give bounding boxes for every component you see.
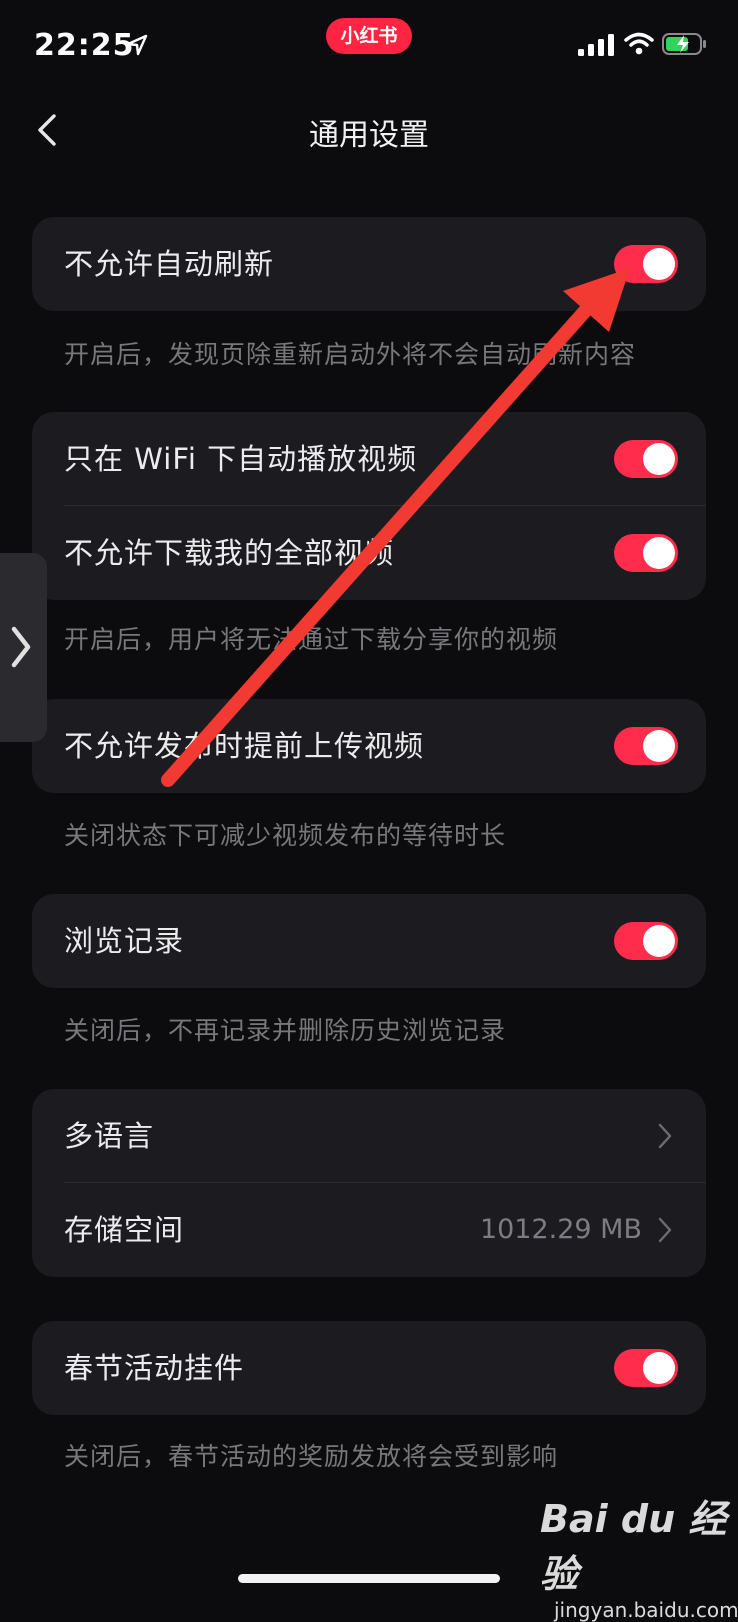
setting-label: 只在 WiFi 下自动播放视频 (64, 442, 418, 476)
setting-label: 浏览记录 (64, 924, 185, 958)
browse-history-toggle[interactable] (614, 922, 678, 960)
settings-group-auto-refresh: 不允许自动刷新 (32, 217, 706, 311)
chevron-right-icon (658, 1217, 672, 1243)
auto-refresh-toggle[interactable] (614, 245, 678, 283)
settings-group-pre-upload: 不允许发布时提前上传视频 (32, 699, 706, 793)
storage-size-value: 1012.29 MB (479, 1214, 642, 1245)
nav-bar: 通用设置 (0, 96, 738, 164)
baidu-jingyan-watermark: Bai du 经验 jingyan.baidu.com (540, 1488, 738, 1622)
setting-row-browse-history[interactable]: 浏览记录 (32, 894, 706, 988)
setting-description: 关闭后，不再记录并删除历史浏览记录 (64, 1016, 507, 1045)
setting-label: 春节活动挂件 (64, 1351, 245, 1385)
settings-group-history: 浏览记录 (32, 894, 706, 988)
setting-label: 存储空间 (64, 1213, 185, 1247)
wifi-autoplay-toggle[interactable] (614, 440, 678, 478)
setting-description: 开启后，用户将无法通过下载分享你的视频 (64, 625, 559, 654)
toggle-knob (643, 537, 675, 569)
setting-row-wifi-autoplay[interactable]: 只在 WiFi 下自动播放视频 (32, 412, 706, 506)
setting-row-festival-widget[interactable]: 春节活动挂件 (32, 1321, 706, 1415)
setting-row-pre-upload[interactable]: 不允许发布时提前上传视频 (32, 699, 706, 793)
setting-label: 不允许发布时提前上传视频 (64, 729, 425, 763)
watermark-url: jingyan.baidu.com (554, 1598, 738, 1622)
location-arrow-icon (126, 34, 148, 56)
setting-label: 不允许下载我的全部视频 (64, 536, 395, 570)
setting-row-language[interactable]: 多语言 (32, 1089, 706, 1183)
setting-description: 关闭状态下可减少视频发布的等待时长 (64, 821, 507, 850)
toggle-knob (643, 1352, 675, 1384)
settings-group-video: 只在 WiFi 下自动播放视频 不允许下载我的全部视频 (32, 412, 706, 600)
pre-upload-toggle[interactable] (614, 727, 678, 765)
status-bar: 22:25 小红书 (0, 0, 738, 90)
app-brand-badge: 小红书 (326, 18, 412, 54)
toggle-knob (643, 730, 675, 762)
home-indicator (238, 1574, 500, 1583)
toggle-knob (643, 925, 675, 957)
toggle-knob (643, 248, 675, 280)
setting-row-disallow-download[interactable]: 不允许下载我的全部视频 (32, 506, 706, 600)
setting-row-storage[interactable]: 存储空间 1012.29 MB (32, 1183, 706, 1277)
side-drawer-handle[interactable] (0, 553, 47, 742)
festival-widget-toggle[interactable] (614, 1349, 678, 1387)
cellular-signal-icon (578, 34, 614, 56)
watermark-logo: Bai du 经验 (540, 1497, 727, 1596)
chevron-right-icon (11, 626, 31, 668)
status-time: 22:25 (34, 28, 135, 63)
battery-charging-icon (662, 33, 706, 55)
wifi-icon (624, 32, 654, 55)
settings-group-festival: 春节活动挂件 (32, 1321, 706, 1415)
setting-label: 不允许自动刷新 (64, 247, 275, 281)
toggle-knob (643, 443, 675, 475)
chevron-right-icon (658, 1123, 672, 1149)
setting-description: 开启后，发现页除重新启动外将不会自动刷新内容 (64, 340, 637, 369)
setting-row-auto-refresh[interactable]: 不允许自动刷新 (32, 217, 706, 311)
settings-group-general: 多语言 存储空间 1012.29 MB (32, 1089, 706, 1277)
setting-label: 多语言 (64, 1119, 155, 1153)
disallow-download-toggle[interactable] (614, 534, 678, 572)
setting-description: 关闭后，春节活动的奖励发放将会受到影响 (64, 1442, 559, 1471)
page-title: 通用设置 (309, 118, 429, 153)
